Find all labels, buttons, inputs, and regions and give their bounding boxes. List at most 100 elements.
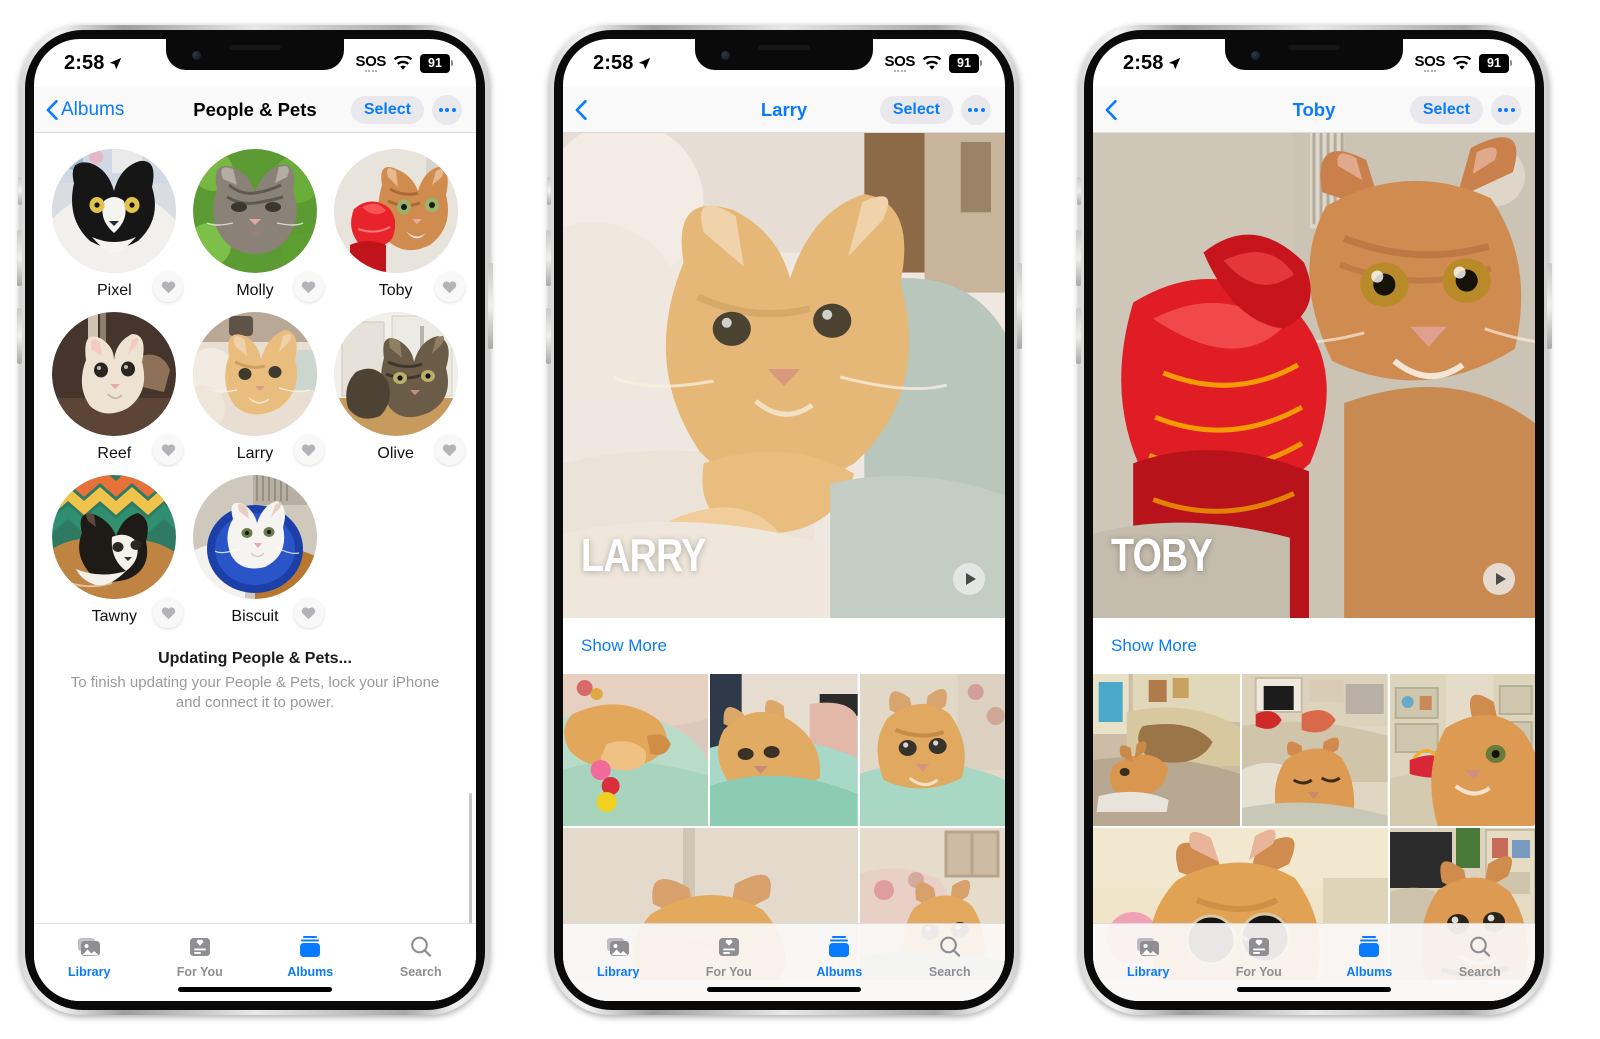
for-you-icon: [1247, 933, 1271, 960]
mute-switch[interactable]: [547, 177, 551, 205]
tab-search[interactable]: Search: [366, 933, 477, 979]
select-button[interactable]: Select: [879, 95, 953, 124]
pet-cell-larry[interactable]: Larry: [190, 312, 324, 465]
tab-label: Library: [68, 965, 111, 979]
home-indicator[interactable]: [1237, 987, 1391, 992]
pet-cell-molly[interactable]: Molly: [190, 149, 324, 302]
hero-name-overlay: TOBY: [1111, 529, 1213, 581]
pet-cell-toby[interactable]: Toby: [331, 149, 465, 302]
favorite-heart-icon[interactable]: [434, 435, 465, 465]
tab-for-you[interactable]: For You: [145, 933, 256, 979]
favorite-heart-icon[interactable]: [153, 435, 184, 465]
pet-name: Molly: [236, 282, 274, 299]
for-you-icon: [188, 933, 212, 960]
hero-memory-card[interactable]: TOBY: [1093, 133, 1535, 618]
tab-label: For You: [1235, 965, 1282, 979]
show-more-link[interactable]: Show More: [581, 636, 667, 656]
tab-label: Albums: [287, 965, 334, 979]
tab-albums[interactable]: Albums: [255, 933, 366, 979]
photo-thumbnail[interactable]: [859, 674, 1005, 826]
hero-memory-card[interactable]: LARRY: [563, 133, 1005, 618]
tab-for-you[interactable]: For You: [1204, 933, 1315, 979]
select-button[interactable]: Select: [350, 95, 424, 124]
pet-name: Toby: [378, 282, 413, 299]
favorite-heart-icon[interactable]: [293, 598, 324, 628]
volume-up-button[interactable]: [17, 230, 22, 286]
navigation-bar: Toby Select: [1093, 87, 1535, 133]
pet-cell-tawny[interactable]: Tawny: [49, 475, 184, 628]
power-button[interactable]: [1547, 263, 1552, 349]
battery-indicator: 91: [949, 53, 979, 73]
status-bar-time-group: 2:58: [1123, 52, 1181, 75]
power-button[interactable]: [1017, 263, 1022, 349]
chevron-left-icon: [46, 99, 58, 120]
navigation-bar: Albums People & Pets Select: [34, 87, 476, 133]
pet-cell-reef[interactable]: Reef: [49, 312, 184, 465]
back-button[interactable]: [575, 99, 590, 120]
back-button[interactable]: Albums: [46, 99, 124, 121]
sos-indicator: SOS: [885, 54, 915, 73]
power-button[interactable]: [488, 263, 493, 349]
status-bar-time-group: 2:58: [64, 52, 122, 75]
mute-switch[interactable]: [1077, 177, 1081, 205]
favorite-heart-icon[interactable]: [153, 272, 184, 302]
wifi-icon: [922, 55, 942, 70]
nav-actions: Select: [879, 94, 991, 125]
volume-down-button[interactable]: [17, 308, 22, 364]
volume-up-button[interactable]: [546, 230, 551, 286]
select-button[interactable]: Select: [1409, 95, 1483, 124]
larry-album-content[interactable]: LARRY Show More: [563, 133, 1005, 1001]
tab-library[interactable]: Library: [34, 933, 145, 979]
photo-thumbnail[interactable]: [1242, 674, 1388, 826]
ellipsis-icon[interactable]: [961, 94, 991, 125]
favorite-heart-icon[interactable]: [153, 598, 184, 628]
photo-grid-row: [563, 674, 1005, 826]
home-indicator[interactable]: [178, 987, 332, 992]
tab-label: For You: [176, 965, 223, 979]
iphone-people-and-pets: 2:58 SOS 91 Albums People & Pets Select …: [17, 25, 493, 1015]
status-bar-indicators: SOS 91: [885, 53, 979, 73]
photo-thumbnail[interactable]: [1093, 674, 1241, 826]
favorite-heart-icon[interactable]: [293, 272, 324, 302]
tab-search[interactable]: Search: [895, 933, 1006, 979]
back-button[interactable]: [1105, 99, 1120, 120]
tab-library[interactable]: Library: [563, 933, 674, 979]
tab-albums[interactable]: Albums: [784, 933, 895, 979]
photo-thumbnail[interactable]: [710, 674, 858, 826]
pet-cell-pixel[interactable]: Pixel: [49, 149, 184, 302]
volume-up-button[interactable]: [1076, 230, 1081, 286]
favorite-heart-icon[interactable]: [434, 272, 465, 302]
ellipsis-icon[interactable]: [432, 94, 462, 125]
play-icon[interactable]: [1483, 563, 1515, 595]
photos-library-icon: [605, 933, 632, 960]
front-camera-icon: [192, 51, 201, 60]
show-more-link[interactable]: Show More: [1111, 636, 1197, 656]
status-time: 2:58: [64, 51, 105, 74]
tab-label: Albums: [1346, 965, 1393, 979]
volume-down-button[interactable]: [1076, 308, 1081, 364]
favorite-heart-icon[interactable]: [293, 435, 324, 465]
tab-label: Library: [1127, 965, 1170, 979]
photo-thumbnail[interactable]: [1389, 674, 1535, 826]
earpiece-speaker: [758, 45, 810, 50]
tab-albums[interactable]: Albums: [1314, 933, 1425, 979]
tab-library[interactable]: Library: [1093, 933, 1204, 979]
pet-cell-olive[interactable]: Olive: [331, 312, 465, 465]
play-icon[interactable]: [953, 563, 985, 595]
tab-search[interactable]: Search: [1425, 933, 1536, 979]
toby-album-content[interactable]: TOBY Show More: [1093, 133, 1535, 1001]
volume-down-button[interactable]: [546, 308, 551, 364]
people-and-pets-content[interactable]: Pixel Molly Toby Reef Larry Olive Tawny …: [34, 133, 476, 1001]
pet-avatar: [192, 149, 317, 273]
tab-for-you[interactable]: For You: [674, 933, 785, 979]
updating-title: Updating People & Pets...: [158, 650, 352, 667]
chevron-left-icon: [575, 99, 587, 120]
iphone-toby-album: 2:58 SOS 91 Toby Select TOBY Show More L…: [1076, 25, 1552, 1015]
mute-switch[interactable]: [18, 177, 22, 205]
scrollbar[interactable]: [469, 793, 472, 938]
pet-cell-biscuit[interactable]: Biscuit: [190, 475, 324, 628]
location-arrow-icon: [639, 57, 651, 69]
photo-thumbnail[interactable]: [563, 674, 709, 826]
ellipsis-icon[interactable]: [1491, 94, 1521, 125]
home-indicator[interactable]: [707, 987, 861, 992]
